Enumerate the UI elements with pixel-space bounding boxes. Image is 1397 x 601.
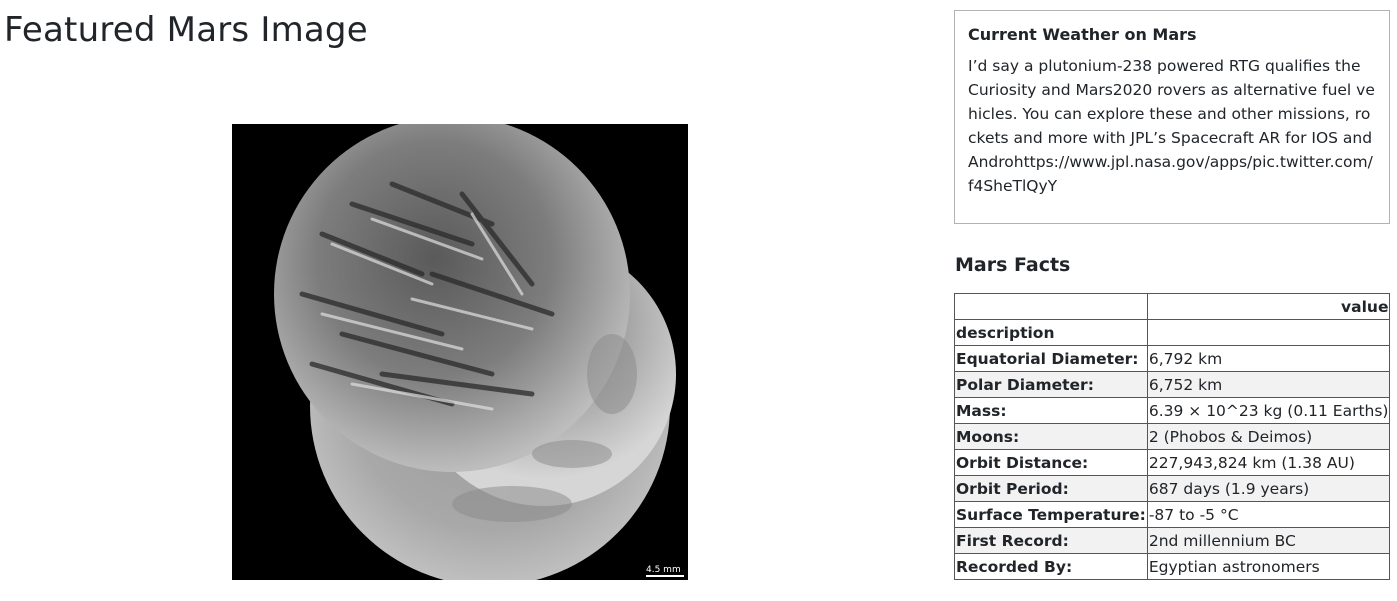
fact-label: Moons: [954, 423, 1148, 450]
header-index-blank-cell [1146, 319, 1391, 346]
fact-label: Orbit Distance: [954, 449, 1148, 476]
fact-value: 687 days (1.9 years) [1146, 475, 1391, 502]
scale-label: 4.5 mm [646, 565, 681, 575]
fact-label: Recorded By: [954, 553, 1148, 580]
table-row: Equatorial Diameter: 6,792 km [954, 345, 1391, 372]
table-header-row: value [954, 293, 1391, 320]
featured-image-title: Featured Mars Image [4, 10, 368, 50]
mars-facts-table: value description Equatorial Diameter: 6… [954, 293, 1391, 580]
fact-label: Equatorial Diameter: [954, 345, 1148, 372]
fact-label: Polar Diameter: [954, 371, 1148, 398]
weather-title: Current Weather on Mars [968, 25, 1197, 44]
weather-tweet-text: I’d say a plutonium-238 powered RTG qual… [968, 57, 1375, 195]
table-row: First Record: 2nd millennium BC [954, 527, 1391, 554]
fact-label: First Record: [954, 527, 1148, 554]
header-description-cell: description [954, 319, 1148, 346]
fact-value: 227,943,824 km (1.38 AU) [1146, 449, 1391, 476]
mars-rock-photo: 4.5 mm [232, 124, 688, 580]
table-row: Surface Temperature: -87 to -5 °C [954, 501, 1391, 528]
table-row: Orbit Distance: 227,943,824 km (1.38 AU) [954, 449, 1391, 476]
mars-facts-title: Mars Facts [955, 254, 1071, 276]
table-row: Polar Diameter: 6,752 km [954, 371, 1391, 398]
fact-label: Orbit Period: [954, 475, 1148, 502]
header-blank-cell [954, 293, 1148, 320]
table-row: Moons: 2 (Phobos & Deimos) [954, 423, 1391, 450]
table-index-row: description [954, 319, 1391, 346]
fact-label: Surface Temperature: [954, 501, 1148, 528]
fact-value: 2nd millennium BC [1146, 527, 1391, 554]
fact-value: 6,752 km [1146, 371, 1391, 398]
page: Featured Mars Image 4.5 mm Current Weath… [0, 0, 1397, 601]
table-row: Mass: 6.39 × 10^23 kg (0.11 Earths) [954, 397, 1391, 424]
fact-value: -87 to -5 °C [1146, 501, 1391, 528]
table-row: Recorded By: Egyptian astronomers [954, 553, 1391, 580]
fact-label: Mass: [954, 397, 1148, 424]
fact-value: 6.39 × 10^23 kg (0.11 Earths) [1146, 397, 1391, 424]
table-row: Orbit Period: 687 days (1.9 years) [954, 475, 1391, 502]
header-value-cell: value [1146, 293, 1391, 320]
fact-value: Egyptian astronomers [1146, 553, 1391, 580]
fact-value: 6,792 km [1146, 345, 1391, 372]
fact-value: 2 (Phobos & Deimos) [1146, 423, 1391, 450]
weather-card: Current Weather on Mars I’d say a pluton… [954, 10, 1390, 224]
featured-mars-image[interactable]: 4.5 mm [232, 124, 688, 580]
